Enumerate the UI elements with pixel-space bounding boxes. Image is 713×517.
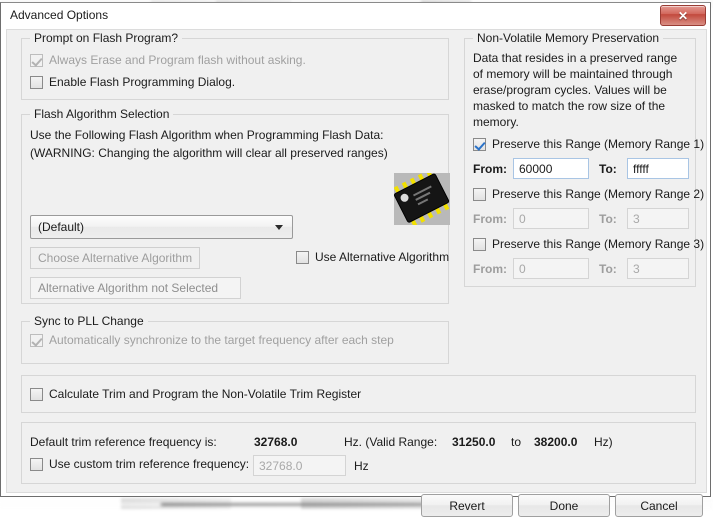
flash-algorithm-line1: Use the Following Flash Algorithm when P… [30,128,384,142]
range-3-to-input: 3 [627,258,689,279]
checkbox-use-custom-trim-label: Use custom trim reference frequency: [49,457,250,471]
range-2-from-input: 0 [513,208,589,229]
valid-range-to: to [511,435,522,449]
valid-range-unit: Hz) [594,435,613,449]
ic-chip-icon [394,173,450,225]
cancel-button-label: Cancel [640,498,678,513]
flash-algorithm-legend: Flash Algorithm Selection [30,107,174,121]
memory-preservation-desc-line-4: masked to match the row size of the [473,99,666,113]
done-button[interactable]: Done [518,494,610,517]
checkbox-use-alternative-algorithm[interactable]: Use Alternative Algorithm [296,250,449,264]
alternative-algorithm-status-label: Alternative Algorithm not Selected [38,281,219,295]
checkbox-use-custom-trim-box[interactable] [30,457,43,471]
trim-frequency-group: Default trim reference frequency is: 327… [21,422,696,484]
valid-range-max: 38200.0 [534,435,578,449]
range-2-from-label: From: [473,212,507,226]
checkbox-calculate-trim[interactable]: Calculate Trim and Program the Non-Volat… [30,387,361,401]
range-1-from-label: From: [473,162,507,176]
custom-trim-unit: Hz [354,459,369,473]
checkbox-enable-flash-dialog[interactable]: Enable Flash Programming Dialog. [30,75,235,89]
calculate-trim-group: Calculate Trim and Program the Non-Volat… [21,375,696,413]
range-1-to-value: fffff [633,161,649,176]
range-1-from-input[interactable]: 60000 [513,158,589,179]
range-1-from-value: 60000 [519,161,553,176]
choose-alternative-algorithm-button: Choose Alternative Algorithm [30,247,200,269]
range-3-to-value: 3 [633,261,640,276]
prompt-group-legend: Prompt on Flash Program? [30,31,183,45]
revert-button[interactable]: Revert [421,494,513,517]
range-2-to-input: 3 [627,208,689,229]
done-button-label: Done [549,498,579,513]
checkbox-auto-sync-pll-box [30,333,43,347]
sync-to-pll-change-group: Sync to PLL Change Automatically synchro… [21,314,449,364]
range-3-from-label: From: [473,262,507,276]
flash-algorithm-selection-group: Flash Algorithm Selection Use the Follow… [21,107,450,304]
checkbox-enable-flash-dialog-box[interactable] [30,75,43,89]
sync-pll-legend: Sync to PLL Change [30,314,148,328]
memory-preservation-desc-line-5: memory. [473,115,519,129]
non-volatile-memory-preservation-group: Non-Volatile Memory Preservation Data th… [464,31,704,287]
checkbox-preserve-range-2[interactable]: Preserve this Range (Memory Range 2) [473,187,704,201]
alternative-algorithm-status: Alternative Algorithm not Selected [30,277,241,299]
checkbox-auto-sync-pll-label: Automatically synchronize to the target … [49,333,394,347]
advanced-options-dialog: Advanced Options ✕ Prompt on Flash Progr… [0,2,711,517]
title-bar: Advanced Options ✕ [1,3,710,27]
checkbox-always-erase-box [30,53,43,67]
range-1-to-label: To: [599,162,617,176]
memory-preservation-legend: Non-Volatile Memory Preservation [473,31,664,45]
range-1-to-input[interactable]: fffff [627,158,689,179]
chevron-down-icon [275,225,283,230]
checkbox-preserve-range-3-box[interactable] [473,237,486,251]
checkbox-preserve-range-1[interactable]: Preserve this Range (Memory Range 1) [473,137,704,151]
range-3-from-input: 0 [513,258,589,279]
checkbox-always-erase: Always Erase and Program flash without a… [30,53,306,67]
checkbox-enable-flash-dialog-label: Enable Flash Programming Dialog. [49,75,236,89]
memory-preservation-desc-line-3: erase/program cycles. Values will be [473,83,667,97]
checkbox-preserve-range-2-box[interactable] [473,187,486,201]
ic-chip-icon-svg [394,173,450,225]
choose-alternative-algorithm-label: Choose Alternative Algorithm [38,251,193,265]
checkbox-calculate-trim-box[interactable] [30,387,43,401]
range-2-from-value: 0 [519,211,526,226]
page-title: Advanced Options [10,8,109,22]
flash-algorithm-line2: (WARNING: Changing the algorithm will cl… [30,146,388,160]
range-2-to-label: To: [599,212,617,226]
cancel-button[interactable]: Cancel [615,494,703,517]
range-2-to-value: 3 [633,211,640,226]
checkbox-use-alternative-algorithm-label: Use Alternative Algorithm [315,250,450,264]
memory-preservation-desc-line-2: of memory will be maintained through [473,67,673,81]
range-3-to-label: To: [599,262,617,276]
custom-trim-frequency-value: 32768.0 [259,458,303,473]
flash-algorithm-combobox[interactable]: (Default) [30,215,293,239]
flash-algorithm-combobox-value: (Default) [38,220,85,234]
checkbox-preserve-range-2-label: Preserve this Range (Memory Range 2) [492,187,705,201]
checkbox-preserve-range-1-box[interactable] [473,137,486,151]
dialog-content-panel: Prompt on Flash Program? Always Erase an… [6,29,707,517]
checkbox-calculate-trim-label: Calculate Trim and Program the Non-Volat… [49,387,362,401]
revert-button-label: Revert [449,498,485,513]
checkbox-use-custom-trim[interactable]: Use custom trim reference frequency: [30,457,249,471]
checkbox-preserve-range-1-label: Preserve this Range (Memory Range 1) [492,137,705,151]
default-trim-label: Default trim reference frequency is: [30,435,217,449]
memory-preservation-desc-line-1: Data that resides in a preserved range [473,51,678,65]
valid-range-prefix: Hz. (Valid Range: [344,435,438,449]
range-3-from-value: 0 [519,261,526,276]
checkbox-use-alternative-algorithm-box[interactable] [296,250,309,264]
valid-range-min: 31250.0 [452,435,496,449]
close-button[interactable]: ✕ [660,5,706,26]
checkbox-auto-sync-pll: Automatically synchronize to the target … [30,333,394,347]
close-icon: ✕ [677,8,689,23]
custom-trim-frequency-input: 32768.0 [253,455,346,476]
checkbox-always-erase-label: Always Erase and Program flash without a… [49,53,306,67]
checkbox-preserve-range-3[interactable]: Preserve this Range (Memory Range 3) [473,237,704,251]
prompt-on-flash-program-group: Prompt on Flash Program? Always Erase an… [21,31,449,100]
default-trim-value: 32768.0 [254,435,298,449]
checkbox-preserve-range-3-label: Preserve this Range (Memory Range 3) [492,237,705,251]
